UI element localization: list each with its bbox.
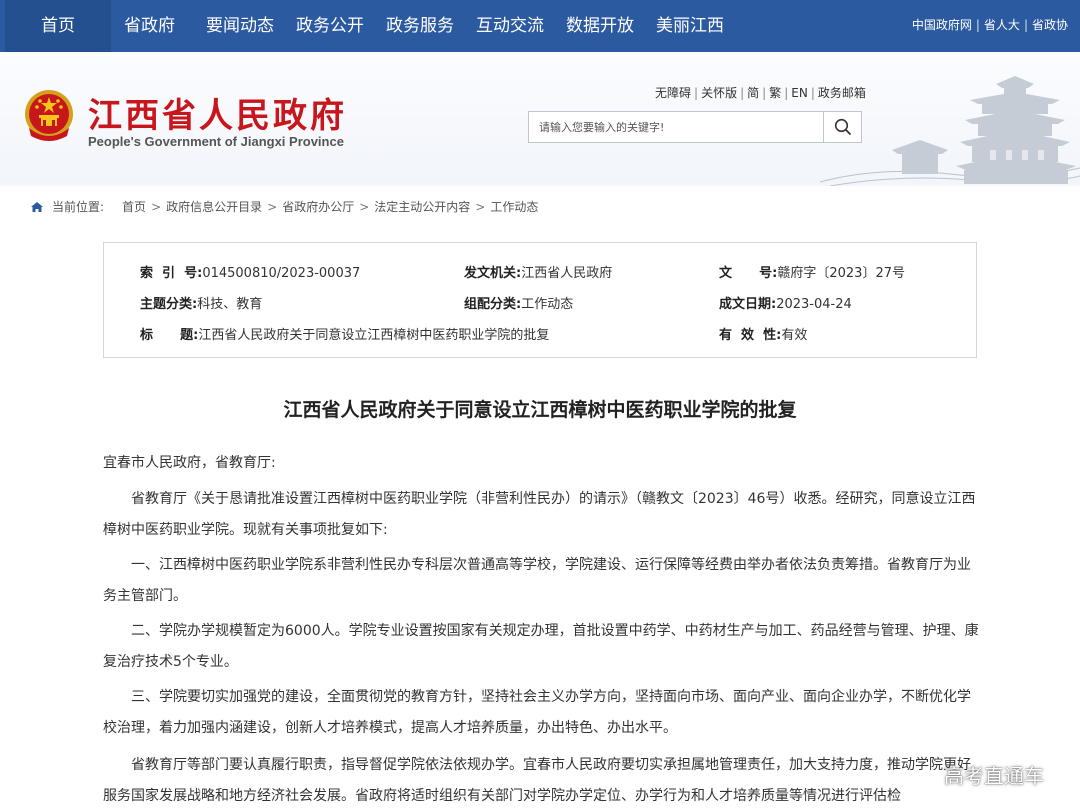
meta-docno-value: 赣府字〔2023〕27号: [777, 266, 905, 281]
document-meta-box: 索 引 号:014500810/2023-00037 发文机关:江西省人民政府 …: [103, 242, 977, 358]
tengwang-pavilion-illustration-icon: [820, 76, 1080, 186]
top-links: 中国政府网 | 省人大 | 省政协: [912, 0, 1068, 52]
chevron-right-icon: >: [151, 200, 162, 214]
nav-item-home[interactable]: 首页: [5, 0, 111, 52]
site-header: 江西省人民政府 People's Government of Jiangxi P…: [0, 52, 1080, 186]
nav-item-beautiful-jiangxi[interactable]: 美丽江西: [656, 0, 724, 52]
breadcrumb-label: 当前位置:: [52, 200, 105, 214]
nav-item-interaction[interactable]: 互动交流: [476, 0, 544, 52]
link-simplified[interactable]: 简: [747, 86, 759, 100]
breadcrumb: 当前位置: 首页 > 政府信息公开目录 > 省政府办公厅 > 法定主动公开内容 > 工作动态: [30, 198, 538, 215]
nav-item-government-affairs-disclosure[interactable]: 政务公开: [296, 0, 364, 52]
nav-item-provincial-government[interactable]: 省政府: [124, 0, 175, 52]
nav-item-news[interactable]: 要闻动态: [206, 0, 274, 52]
meta-index: 索 引 号:014500810/2023-00037: [140, 262, 360, 281]
breadcrumb-home[interactable]: 首页: [122, 200, 146, 214]
meta-group-label: 组配分类:: [464, 297, 522, 312]
link-provincial-congress[interactable]: 省人大: [984, 18, 1020, 32]
meta-docno-label: 文 号:: [719, 266, 778, 281]
search-input[interactable]: [529, 112, 823, 142]
site-subtitle: People's Government of Jiangxi Province: [88, 134, 344, 149]
chevron-right-icon: >: [475, 200, 486, 214]
breadcrumb-statutory-content[interactable]: 法定主动公开内容: [374, 200, 470, 214]
nav-item-open-data[interactable]: 数据开放: [566, 0, 634, 52]
separator: |: [762, 86, 767, 100]
search-box: [528, 111, 862, 143]
top-navigation-bar: 首页 省政府 要闻动态 政务公开 政务服务 互动交流 数据开放 美丽江西 中国政…: [0, 0, 1080, 52]
separator: |: [740, 86, 745, 100]
article-paragraph: 二、学院办学规模暂定为6000人。学院专业设置按国家有关规定办理，首批设置中药学…: [103, 623, 979, 670]
meta-issuer-label: 发文机关:: [464, 266, 522, 281]
site-title[interactable]: 江西省人民政府: [88, 88, 347, 137]
meta-group-value: 工作动态: [521, 297, 574, 312]
meta-validity: 有 效 性:有效: [719, 324, 807, 343]
breadcrumb-general-office[interactable]: 省政府办公厅: [282, 200, 354, 214]
watermark-text: 高考直通车: [944, 764, 1044, 788]
meta-category-value: 科技、教育: [197, 297, 263, 312]
meta-title: 标 题:江西省人民政府关于同意设立江西樟树中医药职业学院的批复: [140, 324, 549, 343]
meta-issuer: 发文机关:江西省人民政府: [464, 262, 612, 281]
national-emblem-icon: [25, 90, 73, 141]
chevron-right-icon: >: [359, 200, 370, 214]
link-traditional[interactable]: 繁: [769, 86, 781, 100]
link-elderly-mode[interactable]: 关怀版: [701, 86, 737, 100]
separator: |: [694, 86, 699, 100]
separator: |: [975, 18, 980, 32]
meta-title-label: 标 题:: [140, 328, 199, 343]
article-title: 江西省人民政府关于同意设立江西樟树中医药职业学院的批复: [283, 399, 797, 421]
separator: |: [810, 86, 815, 100]
meta-issuer-value: 江西省人民政府: [521, 266, 613, 281]
meta-title-value: 江西省人民政府关于同意设立江西樟树中医药职业学院的批复: [198, 328, 550, 343]
meta-category-label: 主题分类:: [140, 297, 198, 312]
meta-group: 组配分类:工作动态: [464, 293, 573, 312]
chevron-right-icon: >: [267, 200, 278, 214]
meta-date-label: 成文日期:: [719, 297, 777, 312]
separator: |: [1023, 18, 1028, 32]
meta-date-value: 2023-04-24: [776, 297, 852, 312]
meta-validity-label: 有 效 性:: [719, 328, 782, 343]
nav-item-government-services[interactable]: 政务服务: [386, 0, 454, 52]
article-paragraph: 省教育厅等部门要认真履行职责，指导督促学院依法依规办学。宜春市人民政府要切实承担…: [103, 757, 971, 804]
meta-category: 主题分类:科技、教育: [140, 293, 262, 312]
article-paragraph: 省教育厅《关于恳请批准设置江西樟树中医药职业学院（非营利性民办）的请示》（赣教文…: [103, 491, 976, 538]
meta-docno: 文 号:赣府字〔2023〕27号: [719, 262, 905, 281]
link-english[interactable]: EN: [791, 86, 808, 100]
link-accessibility[interactable]: 无障碍: [655, 86, 691, 100]
meta-index-label: 索 引 号:: [140, 266, 203, 281]
link-central-government[interactable]: 中国政府网: [912, 18, 972, 32]
breadcrumb-work-updates[interactable]: 工作动态: [490, 200, 538, 214]
separator: |: [784, 86, 789, 100]
meta-validity-value: 有效: [781, 328, 808, 343]
article-paragraph: 一、江西樟树中医药职业学院系非营利性民办专科层次普通高等学校，学院建设、运行保障…: [103, 557, 971, 604]
meta-index-value: 014500810/2023-00037: [202, 266, 361, 281]
breadcrumb-disclosure-catalog[interactable]: 政府信息公开目录: [166, 200, 262, 214]
article-salutation: 宜春市人民政府，省教育厅:: [103, 455, 276, 471]
link-provincial-cppcc[interactable]: 省政协: [1032, 18, 1068, 32]
article-paragraph: 三、学院要切实加强党的建设，全面贯彻党的教育方针，坚持社会主义办学方向，坚持面向…: [103, 689, 971, 736]
meta-date: 成文日期:2023-04-24: [719, 293, 852, 312]
home-icon: [31, 202, 43, 212]
